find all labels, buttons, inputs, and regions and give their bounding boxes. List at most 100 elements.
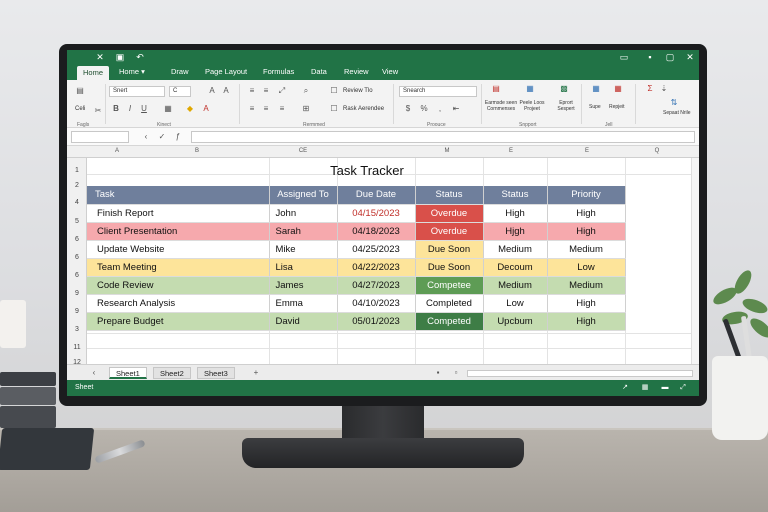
- cell-status-2[interactable]: Medium: [483, 276, 548, 295]
- cell-status[interactable]: Overdue: [415, 204, 484, 223]
- cell-styles-button[interactable]: Eprort Sespert: [551, 100, 581, 112]
- cell-task[interactable]: Client Presentation: [87, 222, 270, 241]
- wrap-text-icon[interactable]: ⌕: [301, 86, 311, 96]
- sheet-tab-3[interactable]: Sheet3: [197, 367, 235, 379]
- zoom-out-icon[interactable]: ↗: [621, 384, 629, 392]
- cell-status-2[interactable]: Medium: [483, 240, 548, 259]
- orientation-icon[interactable]: ⤢: [277, 86, 287, 96]
- sort-filter-icon[interactable]: ⇅: [669, 98, 679, 108]
- cancel-entry-icon[interactable]: ‹: [141, 132, 151, 142]
- cell-due[interactable]: 04/18/2023: [337, 222, 416, 241]
- horizontal-scrollbar[interactable]: [467, 370, 693, 377]
- merge-icon[interactable]: ⊞: [301, 104, 311, 114]
- scroll-tabs-left-icon[interactable]: ‹: [89, 368, 99, 378]
- column-header[interactable]: Q: [623, 148, 691, 154]
- italic-icon[interactable]: I: [125, 104, 135, 114]
- borders-icon[interactable]: ▦: [163, 104, 173, 114]
- cell-status[interactable]: Competed: [415, 312, 484, 331]
- header-status-2[interactable]: Status: [483, 186, 548, 205]
- font-color-icon[interactable]: A: [201, 104, 211, 114]
- format-table-icon[interactable]: ▦: [525, 84, 535, 94]
- minimize-icon[interactable]: ▪: [645, 52, 655, 62]
- cell-due[interactable]: 04/27/2023: [337, 276, 416, 295]
- name-box[interactable]: [71, 131, 129, 143]
- sheet-tab-2[interactable]: Sheet2: [153, 367, 191, 379]
- cell-assigned[interactable]: David: [269, 312, 338, 331]
- conditional-formatting-button[interactable]: Earmsde seen Cornmenses: [481, 100, 521, 112]
- cell-status-2[interactable]: Upcbum: [483, 312, 548, 331]
- formula-input[interactable]: [191, 131, 695, 143]
- cell-due[interactable]: 04/15/2023: [337, 204, 416, 223]
- row-header[interactable]: 9: [67, 290, 87, 297]
- cell-assigned[interactable]: Lisa: [269, 258, 338, 277]
- layout-icon[interactable]: ▦: [641, 384, 649, 392]
- cell-priority[interactable]: High: [547, 312, 626, 331]
- cell-priority[interactable]: High: [547, 204, 626, 223]
- align-middle-icon[interactable]: ≡: [261, 86, 271, 96]
- tab-home-menu[interactable]: Home ▾: [119, 67, 145, 76]
- format-table-button[interactable]: Peele Loos Projeet: [517, 100, 547, 112]
- cell-assigned[interactable]: John: [269, 204, 338, 223]
- align-right-icon[interactable]: ≡: [277, 104, 287, 114]
- row-header[interactable]: 1: [67, 167, 87, 174]
- undo-icon[interactable]: ↶: [135, 52, 145, 62]
- review-icon[interactable]: ☐: [329, 86, 339, 96]
- review-button[interactable]: Review Tlo: [343, 88, 373, 94]
- sheet-tab-1[interactable]: Sheet1: [109, 367, 147, 379]
- header-assigned-to[interactable]: Assigned To: [269, 186, 338, 205]
- header-due-date[interactable]: Due Date: [337, 186, 416, 205]
- cell-assigned[interactable]: Emma: [269, 294, 338, 313]
- close-icon[interactable]: ✕: [685, 52, 695, 62]
- tab-data[interactable]: Data: [311, 67, 327, 76]
- row-header[interactable]: 5: [67, 218, 87, 225]
- row-header[interactable]: 2: [67, 182, 87, 189]
- tab-view[interactable]: View: [382, 67, 398, 76]
- cell-status-2[interactable]: Decoum: [483, 258, 548, 277]
- grow-font-icon[interactable]: A: [207, 86, 217, 96]
- delete-cells-icon[interactable]: ▦: [613, 84, 623, 94]
- cell-status[interactable]: Due Soon: [415, 258, 484, 277]
- insert-function-icon[interactable]: ƒ: [173, 132, 183, 142]
- sort-filter-button[interactable]: Sepaat Nrile: [663, 110, 693, 116]
- cell-status[interactable]: Completed: [415, 294, 484, 313]
- percent-icon[interactable]: %: [419, 104, 429, 114]
- cell-task[interactable]: Research Analysis: [87, 294, 270, 313]
- cell-task[interactable]: Code Review: [87, 276, 270, 295]
- font-size-select[interactable]: C: [169, 86, 191, 97]
- add-sheet-icon[interactable]: +: [251, 368, 261, 378]
- fill-icon[interactable]: ⇣: [659, 84, 669, 94]
- tab-page-layout[interactable]: Page Layout: [205, 67, 247, 76]
- cell-due[interactable]: 04/25/2023: [337, 240, 416, 259]
- row-header[interactable]: 4: [67, 199, 87, 206]
- row-header[interactable]: 6: [67, 236, 87, 243]
- cell-assigned[interactable]: James: [269, 276, 338, 295]
- column-header[interactable]: E: [477, 148, 545, 154]
- normal-view-icon[interactable]: ▪: [433, 368, 443, 378]
- cell-status-2[interactable]: High: [483, 204, 548, 223]
- row-header[interactable]: 6: [67, 254, 87, 261]
- shrink-font-icon[interactable]: A: [221, 86, 231, 96]
- tab-formulas[interactable]: Formulas: [263, 67, 294, 76]
- autosum-icon[interactable]: Σ: [645, 84, 655, 94]
- header-status[interactable]: Status: [415, 186, 484, 205]
- cell-status-2[interactable]: Hjgh: [483, 222, 548, 241]
- header-task[interactable]: Task: [87, 186, 270, 205]
- insert-button[interactable]: Supe: [589, 104, 601, 110]
- bold-icon[interactable]: B: [111, 104, 121, 114]
- row-header[interactable]: 3: [67, 326, 87, 333]
- cell-styles-icon[interactable]: ▩: [559, 84, 569, 94]
- column-header[interactable]: CE: [273, 148, 333, 154]
- cell-task[interactable]: Team Meeting: [87, 258, 270, 277]
- conditional-formatting-icon[interactable]: ▤: [491, 84, 501, 94]
- fullscreen-icon[interactable]: ⤢: [679, 384, 687, 392]
- rask-button[interactable]: Rask Aerendee: [343, 106, 384, 112]
- cell-task[interactable]: Finish Report: [87, 204, 270, 223]
- column-header[interactable]: A: [87, 148, 147, 154]
- tab-review[interactable]: Review: [344, 67, 369, 76]
- maximize-icon[interactable]: ▢: [665, 52, 675, 62]
- cell-priority[interactable]: Medium: [547, 276, 626, 295]
- row-header[interactable]: 11: [67, 344, 87, 351]
- cell-assigned[interactable]: Sarah: [269, 222, 338, 241]
- search-input[interactable]: Snearch: [399, 86, 477, 97]
- column-header[interactable]: M: [413, 148, 481, 154]
